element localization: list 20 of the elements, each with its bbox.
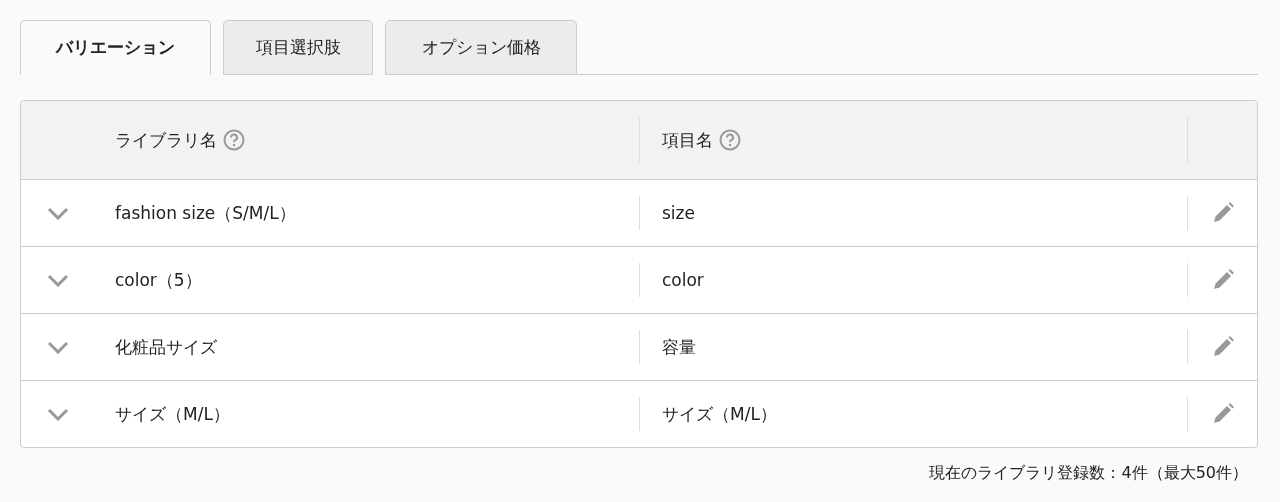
tab[interactable]: オプション価格	[385, 20, 577, 75]
table-cell: fashion size（S/M/L）	[115, 201, 296, 225]
library-count-text: 現在のライブラリ登録数：4件（最大50件）	[929, 463, 1248, 484]
help-icon[interactable]	[719, 129, 741, 151]
table-cell: color（5）	[115, 268, 202, 292]
table-cell: サイズ（M/L）	[115, 402, 230, 426]
tab[interactable]: バリエーション	[20, 20, 211, 75]
chevron-down-icon[interactable]	[47, 407, 69, 421]
table-cell: 容量	[662, 335, 696, 359]
chevron-down-icon[interactable]	[47, 340, 69, 354]
table-cell: size	[662, 203, 695, 223]
chevron-down-icon[interactable]	[47, 206, 69, 220]
chevron-down-icon[interactable]	[47, 273, 69, 287]
table-cell: color	[662, 270, 704, 290]
table-cell: サイズ（M/L）	[662, 402, 777, 426]
help-icon[interactable]	[223, 129, 245, 151]
column-header: 項目名	[662, 128, 713, 152]
table-cell: 化粧品サイズ	[115, 335, 217, 359]
column-header: ライブラリ名	[115, 128, 217, 152]
tab[interactable]: 項目選択肢	[223, 20, 373, 75]
